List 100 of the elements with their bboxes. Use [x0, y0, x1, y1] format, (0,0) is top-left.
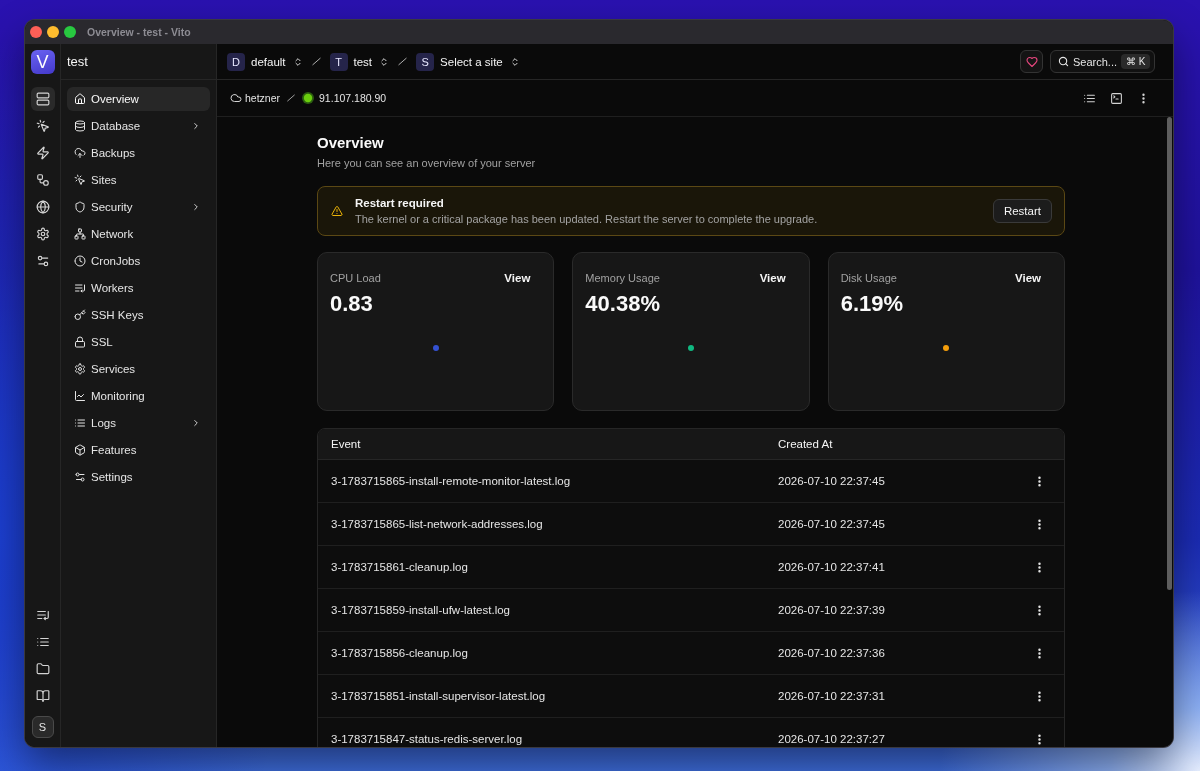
- clock-icon: [74, 255, 86, 267]
- gear-icon: [35, 227, 50, 241]
- sidebar-nav-item[interactable]: Overview: [67, 87, 210, 111]
- metric-label: CPU Load: [330, 272, 381, 284]
- column-header[interactable]: Created At: [778, 438, 833, 450]
- key-icon: [74, 309, 86, 321]
- terminal-icon[interactable]: [1110, 91, 1123, 105]
- list-arrow-icon: [74, 282, 86, 294]
- search-icon: [1058, 56, 1069, 67]
- sidebar-nav-item[interactable]: Database: [67, 114, 210, 138]
- sidebar-nav-item[interactable]: Workers: [67, 276, 210, 300]
- favorite-button[interactable]: [1020, 50, 1043, 73]
- breadcrumb-separator-icon: [310, 56, 322, 67]
- sliders-icon: [74, 471, 86, 483]
- sidebar-nav-item[interactable]: Features: [67, 438, 210, 462]
- chevrons-up-down-icon: [509, 56, 520, 67]
- breadcrumb-separator-icon: [286, 93, 297, 103]
- event-timestamp: 2026-07-10 22:37:27: [778, 732, 885, 746]
- provider-link[interactable]: hetzner: [245, 92, 281, 104]
- view-button[interactable]: View: [748, 266, 797, 290]
- sidebar-nav-item[interactable]: CronJobs: [67, 249, 210, 273]
- sliders-icon: [35, 254, 50, 268]
- breadcrumb-selector[interactable]: S Select a site: [416, 52, 520, 71]
- metric-label: Disk Usage: [840, 272, 897, 284]
- alert-title: Restart required: [355, 196, 445, 211]
- event-file-name: 3-1783715847-status-redis-server.log: [330, 732, 523, 746]
- sidebar-nav-item[interactable]: Monitoring: [67, 384, 210, 408]
- gear-icon: [74, 363, 86, 375]
- sidebar-nav-item[interactable]: Services: [67, 357, 210, 381]
- sidebar-nav-item[interactable]: SSH Keys: [67, 303, 210, 327]
- pointer-click-icon: [35, 119, 50, 133]
- minimize-button[interactable]: [47, 26, 59, 38]
- pointer-click-icon: [74, 174, 86, 186]
- shortcut-key: ⌘ K: [1121, 54, 1151, 69]
- lock-icon: [74, 336, 86, 348]
- home-icon: [74, 93, 86, 105]
- line-chart-icon: [74, 390, 86, 402]
- maximize-button[interactable]: [64, 26, 76, 38]
- sidebar-nav-item[interactable]: Network: [67, 222, 210, 246]
- sidebar-nav-item[interactable]: Security: [67, 195, 210, 219]
- restart-button[interactable]: Restart: [992, 199, 1052, 223]
- event-file-name: 3-1783715859-install-ufw-latest.log: [330, 603, 510, 617]
- event-timestamp: 2026-07-10 22:37:39: [778, 603, 885, 617]
- user-avatar[interactable]: S: [31, 716, 54, 738]
- server-address: 91.107.180.90: [319, 92, 387, 104]
- event-timestamp: 2026-07-10 22:37:45: [778, 517, 885, 531]
- metric-value: 6.19%: [840, 291, 905, 317]
- sidebar-nav-item[interactable]: Backups: [67, 141, 210, 165]
- event-timestamp: 2026-07-10 22:37:36: [778, 646, 885, 660]
- column-header[interactable]: Event: [318, 438, 361, 450]
- search-button[interactable]: Search... ⌘ K: [1050, 50, 1155, 73]
- network-icon: [74, 228, 86, 240]
- open-book-icon[interactable]: [35, 689, 50, 703]
- event-file-name: 3-1783715861-cleanup.log: [330, 560, 468, 574]
- list-icon[interactable]: [35, 635, 50, 649]
- chevrons-up-down-icon: [379, 56, 390, 67]
- alert-message: The kernel or a critical package has been updated. Restart the server to complete the upgrade.: [355, 212, 819, 227]
- page-subtitle: Here you can see an overview of your server: [317, 156, 537, 171]
- sidebar-nav-item[interactable]: Settings: [67, 465, 210, 489]
- breadcrumb-selector[interactable]: D default: [227, 52, 303, 71]
- sidebar-nav-item[interactable]: SSL: [67, 330, 210, 354]
- connected-nodes-icon: [35, 173, 50, 187]
- event-timestamp: 2026-07-10 22:37:45: [778, 474, 885, 488]
- heart-icon: [1025, 55, 1038, 68]
- folder-icon[interactable]: [35, 662, 50, 676]
- list-icon: [74, 417, 86, 429]
- view-button[interactable]: View: [1004, 266, 1052, 290]
- database-icon: [74, 120, 86, 132]
- breadcrumb-separator-icon: [397, 56, 409, 67]
- event-file-name: 3-1783715856-cleanup.log: [330, 646, 468, 660]
- metric-value: 0.83: [330, 291, 374, 317]
- cloud-upload-icon: [74, 147, 86, 159]
- app-logo[interactable]: V: [30, 50, 55, 74]
- sidebar-nav-item[interactable]: Sites: [67, 168, 210, 192]
- server-icon: [35, 92, 50, 106]
- view-button[interactable]: View: [493, 266, 542, 290]
- breadcrumb-selector[interactable]: T test: [329, 52, 390, 71]
- project-name: test: [67, 54, 88, 69]
- shield-icon: [74, 201, 86, 213]
- sidebar-nav-item[interactable]: Logs: [67, 411, 210, 435]
- lightning-icon: [35, 146, 50, 160]
- scrollbar-thumb[interactable]: [1167, 117, 1172, 590]
- cube-icon: [74, 444, 86, 456]
- letter-badge: S: [416, 52, 435, 71]
- letter-badge: D: [227, 52, 245, 71]
- event-timestamp: 2026-07-10 22:37:31: [778, 689, 885, 703]
- close-button[interactable]: [30, 26, 42, 38]
- chevrons-up-down-icon: [292, 56, 303, 67]
- event-file-name: 3-1783715865-install-remote-monitor-latest.log: [330, 474, 571, 488]
- event-file-name: 3-1783715851-install-supervisor-latest.log: [330, 689, 546, 703]
- event-timestamp: 2026-07-10 22:37:41: [778, 560, 885, 574]
- metric-value: 40.38%: [585, 291, 661, 317]
- event-file-name: 3-1783715865-list-network-addresses.log: [330, 517, 543, 531]
- letter-badge: T: [329, 52, 348, 71]
- warning-icon: [331, 205, 343, 217]
- window-title: Overview - test - Vito: [87, 26, 191, 38]
- rail-nav-button[interactable]: [30, 87, 55, 111]
- metric-label: Memory Usage: [585, 272, 660, 284]
- cloud-icon: [230, 92, 242, 104]
- list-arrow-icon[interactable]: [35, 608, 50, 622]
